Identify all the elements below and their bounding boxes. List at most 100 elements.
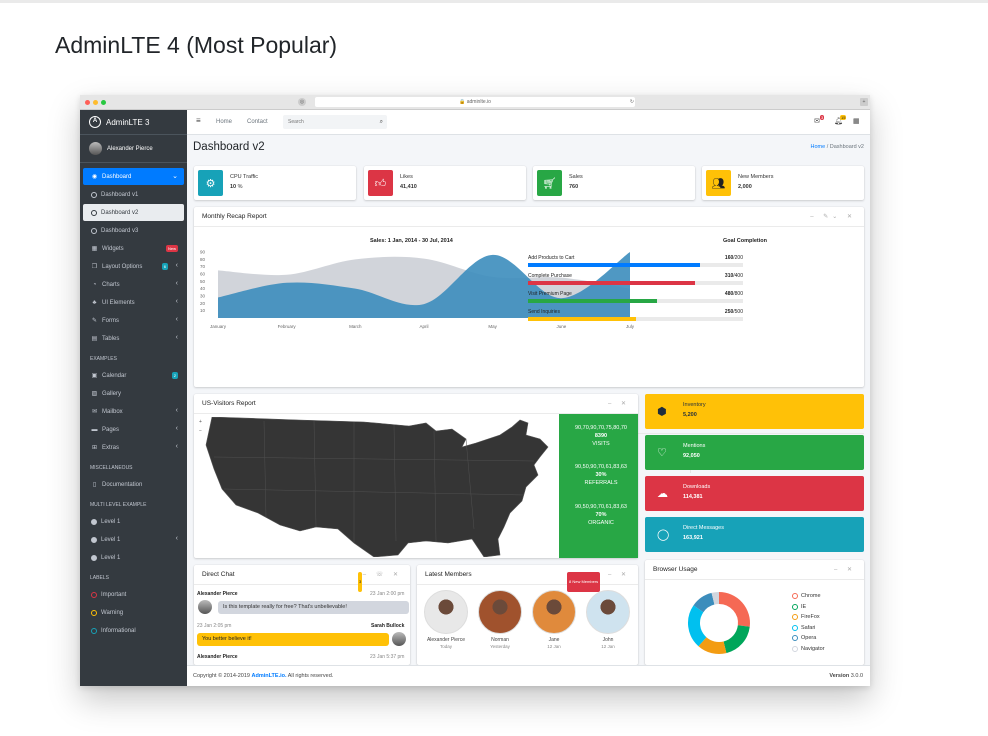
nav-home-link[interactable]: Home [216, 119, 232, 125]
sidebar-item-label: Charts [102, 281, 120, 288]
sidebar-item-layout-options[interactable]: ❐ Layout Options 6 ‹ [83, 258, 184, 275]
comment-icon: ◯ [657, 529, 670, 541]
legend-label: Chrome [801, 593, 821, 599]
calendar-icon: ▣ [91, 373, 98, 379]
breadcrumb-home-link[interactable]: Home [810, 144, 825, 150]
chat-author: Alexander Pierce [197, 654, 238, 660]
map-zoom-controls[interactable]: + − [199, 418, 202, 436]
member-name: John [602, 637, 614, 643]
comments-icon[interactable]: ✉ [814, 117, 820, 125]
sidebar-item-charts[interactable]: ◔ Charts ‹ [83, 276, 184, 293]
member-name: Alexander Pierce [426, 637, 466, 643]
sidebar-item-calendar[interactable]: ▣ Calendar 2 [83, 367, 184, 384]
goal-current: 250 [724, 309, 734, 315]
small-box-label: Downloads [683, 484, 711, 490]
y-tick-label: 40 [200, 286, 206, 291]
new-badge: New [165, 245, 178, 252]
nav-contact-link[interactable]: Contact [247, 119, 268, 125]
sidebar-item-level-1[interactable]: Level 1 ‹ [83, 531, 184, 548]
reload-icon[interactable]: ↻ [628, 98, 636, 106]
sidebar-item-informational[interactable]: Informational [83, 622, 184, 639]
legend-label: Opera [801, 635, 817, 641]
user-name: Alexander Pierce [107, 145, 153, 152]
chat-time: 23 Jan 2:05 pm [197, 623, 232, 629]
sidebar-item-ui-elements[interactable]: ♣ UI Elements ‹ [83, 294, 184, 311]
sidebar-item-label: Informational [101, 627, 136, 634]
sidebar-item-extras[interactable]: ⊞ Extras ‹ [83, 439, 184, 456]
user-panel[interactable]: Alexander Pierce [80, 135, 187, 163]
address-bar[interactable]: 🔒 adminlte.io [315, 97, 635, 107]
gauge-icon: ◉ [91, 174, 98, 180]
member-avatar [478, 590, 522, 634]
member-item: Jane 12 Jan [529, 590, 579, 649]
card-tools[interactable]: – ✕ [608, 565, 630, 585]
brand-link[interactable]: A AdminLTE 3 [80, 110, 187, 135]
chevron-left-icon: ‹ [175, 280, 178, 287]
search-icon[interactable]: ⌕ [380, 115, 383, 129]
sidebar: A AdminLTE 3 Alexander Pierce ◉ Dashboard… [80, 110, 187, 686]
card-tools[interactable]: – ✕ [608, 394, 630, 414]
sidebar-item-dashboard[interactable]: ◉ Dashboard ⌄ [83, 168, 184, 185]
circle-icon [792, 624, 798, 631]
chat-author: Alexander Pierce [197, 591, 238, 597]
page-heading: AdminLTE 4 (Most Popular) [55, 32, 338, 58]
circle-icon [91, 227, 97, 234]
zoom-out-icon[interactable]: − [199, 427, 202, 436]
grid-icon[interactable]: ▦ [853, 117, 860, 125]
card-tools[interactable]: – ☏ ✕ [363, 565, 402, 585]
sidebar-item-important[interactable]: Important [83, 586, 184, 603]
card-header: Latest Members 8 New Members – ✕ [417, 565, 638, 592]
info-box-members: 👥︎ New Members 2,000 [702, 166, 864, 200]
goal-row: Send Inquiries 250/500 [528, 309, 743, 321]
sidebar-item-dashboard-v2[interactable]: Dashboard v2 [83, 204, 184, 221]
close-dot-icon[interactable] [85, 100, 90, 105]
maximize-dot-icon[interactable] [101, 100, 106, 105]
circle-icon [91, 191, 97, 198]
sidebar-item-dashboard-v1[interactable]: Dashboard v1 [83, 186, 184, 203]
url-text: adminlte.io [466, 99, 491, 105]
sidebar-item-warning[interactable]: Warning [83, 604, 184, 621]
x-tick-label: March [349, 324, 362, 329]
sidebar-item-gallery[interactable]: ▨ Gallery [83, 385, 184, 402]
chat-message: You better believe it! [197, 633, 389, 646]
legend-item: Safari [792, 624, 815, 631]
circle-icon [91, 209, 97, 216]
minimize-dot-icon[interactable] [93, 100, 98, 105]
card-tools[interactable]: – ✎⌄ ✕ [810, 207, 856, 227]
small-box-number: 5,200 [683, 412, 697, 418]
legend-item: Chrome [792, 593, 821, 599]
sidebar-item-level-1[interactable]: Level 1 [83, 549, 184, 566]
info-box-label: Sales [569, 174, 583, 180]
sidebar-item-level-1[interactable]: Level 1 [83, 513, 184, 530]
goal-max: /500 [733, 309, 743, 315]
tag-icon: ⬢ [657, 406, 667, 418]
examples-header: EXAMPLES [90, 356, 117, 362]
member-date: Yesterday [490, 644, 510, 649]
sidebar-item-pages[interactable]: ▬ Pages ‹ [83, 421, 184, 438]
goal-value: 250/500 [725, 309, 743, 315]
x-tick-label: May [488, 324, 497, 329]
sidebar-item-mailbox[interactable]: ✉ Mailbox ‹ [83, 403, 184, 420]
small-box-number: 114,381 [683, 494, 703, 500]
circle-icon [792, 603, 798, 610]
x-tick-label: February [278, 324, 297, 329]
search-input[interactable]: Search ⌕ [283, 115, 387, 129]
circle-icon [792, 635, 798, 641]
sidebar-item-dashboard-v3[interactable]: Dashboard v3 [83, 222, 184, 239]
zoom-in-icon[interactable]: + [199, 418, 202, 427]
info-box-cpu: ⚙ CPU Traffic 10 % [194, 166, 356, 200]
us-map [205, 417, 549, 557]
new-tab-icon[interactable]: + [860, 98, 868, 106]
sidebar-item-documentation[interactable]: ▯ Documentation [83, 476, 184, 493]
plus-square-icon: ⊞ [91, 445, 98, 451]
sidebar-item-widgets[interactable]: ▦ Widgets New [83, 240, 184, 257]
progress-bar [528, 317, 636, 321]
member-date: 12 Jan [601, 644, 615, 649]
hamburger-icon[interactable]: ≡ [196, 116, 201, 125]
sidebar-item-forms[interactable]: ✎ Forms ‹ [83, 312, 184, 329]
sidebar-item-tables[interactable]: ▤ Tables ‹ [83, 330, 184, 347]
info-box-unit: % [237, 184, 243, 190]
footer-link[interactable]: AdminLTE.io. [251, 673, 286, 679]
member-item: John 12 Jan [583, 590, 633, 649]
card-tools[interactable]: – ✕ [834, 560, 856, 580]
